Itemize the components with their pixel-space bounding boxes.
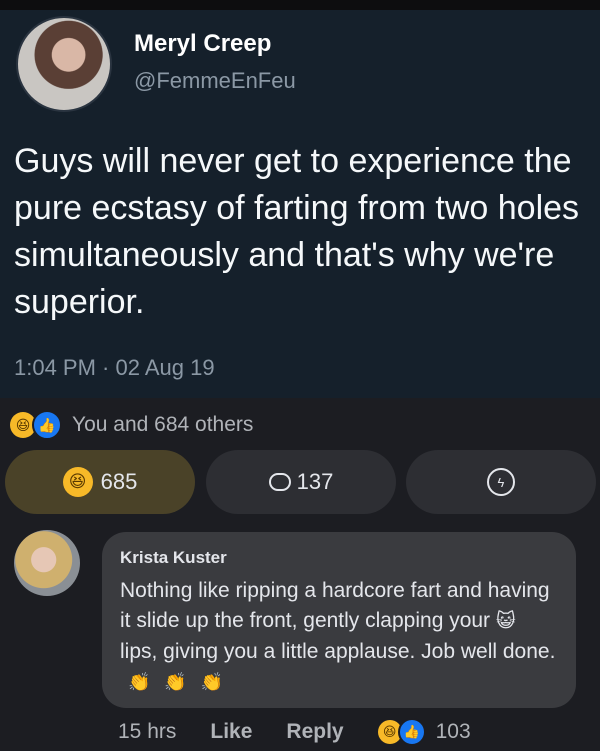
like-link[interactable]: Like: [210, 720, 252, 744]
reaction-button[interactable]: 😆 685: [5, 450, 195, 514]
tweet-text: Guys will never get to experience the pu…: [14, 142, 580, 321]
like-icon: 👍: [32, 410, 62, 440]
commenter-name[interactable]: Krista Kuster: [120, 548, 558, 568]
author-name[interactable]: Meryl Creep: [134, 30, 271, 58]
commenter-avatar[interactable]: [14, 530, 80, 596]
share-button[interactable]: ϟ: [406, 450, 596, 514]
comment-text-part2: lips, giving you a little applause. Job …: [120, 640, 556, 663]
laugh-emoji-icon: 😆: [62, 467, 93, 497]
comment-reaction-count[interactable]: 103: [436, 720, 471, 744]
clap-emoji-icon: 👏: [128, 672, 151, 692]
like-icon: 👍: [397, 718, 426, 746]
tweet-timestamp: 1:04 PM · 02 Aug 19: [14, 355, 215, 380]
comment-bubble-icon: [268, 473, 291, 491]
comment-button[interactable]: 137: [206, 450, 396, 514]
comment-actions: 15 hrs Like Reply 😆 👍 103: [118, 718, 471, 746]
comment-text: Nothing like ripping a hardcore fart and…: [120, 576, 558, 697]
comment-text-part1: Nothing like ripping a hardcore fart and…: [120, 579, 550, 632]
comment-time: 15 hrs: [118, 720, 177, 743]
author-handle[interactable]: @FemmeEnFeu: [134, 68, 296, 94]
clap-emoji-icon: 👏: [164, 672, 187, 692]
author-avatar[interactable]: [16, 16, 112, 112]
comment-bubble: Krista Kuster Nothing like ripping a har…: [102, 532, 576, 708]
cat-emoji-icon: 😺: [495, 611, 516, 632]
reaction-summary-text: You and 684 others: [72, 413, 254, 436]
comment-count: 137: [296, 469, 334, 494]
clap-emoji-icon: 👏: [200, 672, 223, 692]
messenger-icon: ϟ: [487, 468, 515, 496]
reaction-summary[interactable]: 😆 👍 You and 684 others: [10, 410, 253, 440]
reaction-count: 685: [100, 469, 138, 494]
reply-link[interactable]: Reply: [286, 720, 343, 744]
tweet-card: Meryl Creep @FemmeEnFeu Guys will never …: [0, 0, 600, 398]
